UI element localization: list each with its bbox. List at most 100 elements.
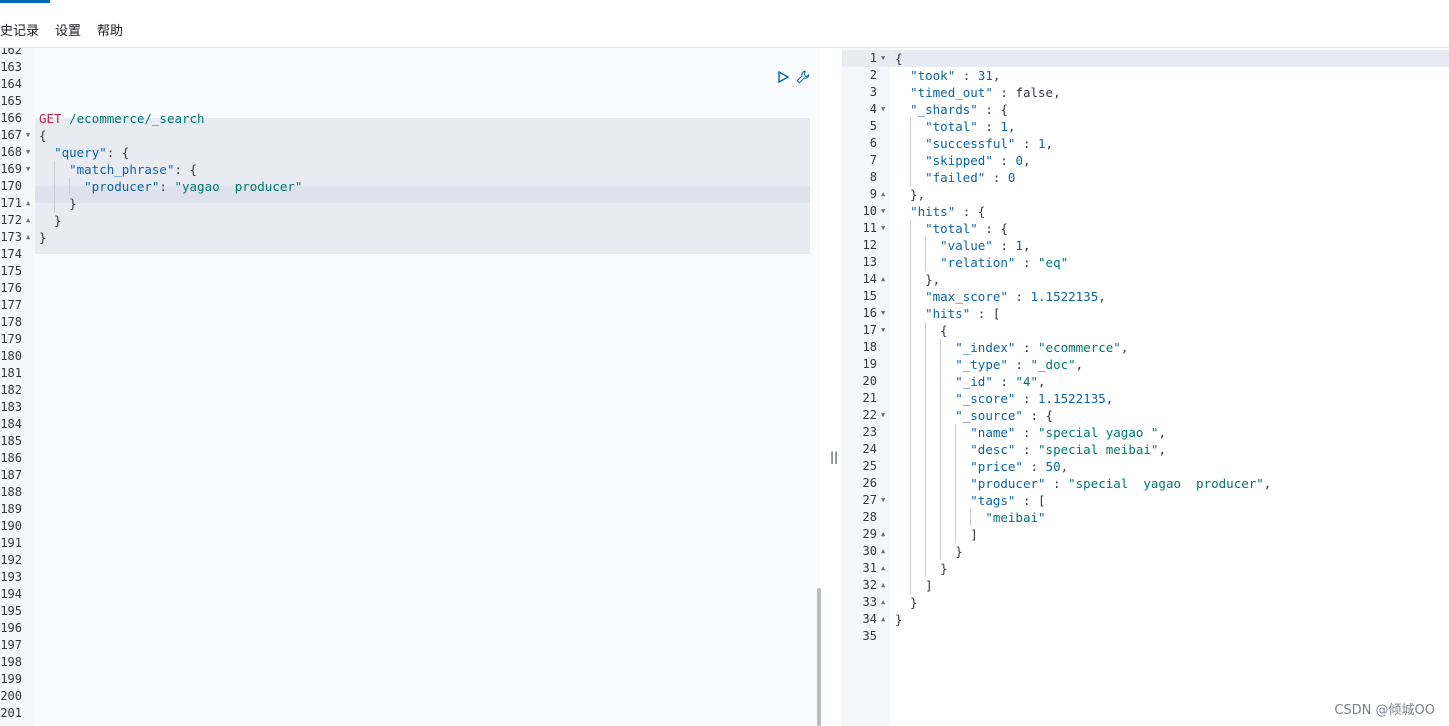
response-code: }, (895, 187, 926, 202)
indent-guide (970, 509, 971, 526)
wrench-icon[interactable] (796, 70, 810, 84)
response-line: 1 ▼ { (842, 50, 1449, 67)
fold-expand-icon[interactable]: ▲ (881, 577, 885, 594)
line-number: 29 (862, 527, 877, 541)
request-code: "query": { (54, 145, 130, 160)
response-line: 31 ▲ } (842, 560, 1449, 577)
request-code: } (39, 196, 77, 211)
response-line: 7 "skipped" : 0, (842, 152, 1449, 169)
request-line: 167 ▼ { (0, 127, 820, 144)
request-line: 194 (0, 586, 820, 603)
fold-expand-icon[interactable]: ▲ (881, 594, 885, 611)
fold-collapse-icon[interactable]: ▼ (881, 203, 885, 220)
line-number: 170 (0, 179, 22, 193)
response-code: }, (895, 272, 941, 287)
fold-collapse-icon[interactable]: ▼ (26, 127, 30, 144)
request-line: 168 ▼ "query": { (0, 144, 820, 161)
fold-collapse-icon[interactable]: ▼ (881, 50, 885, 67)
response-code: "_type" : "_doc", (955, 357, 1084, 372)
line-number: 165 (0, 94, 22, 108)
line-number: 182 (0, 383, 22, 397)
request-line: 188 (0, 484, 820, 501)
request-editor[interactable]: 162 163 164 165 166 GET /ecommerce/_search 167… (0, 48, 820, 726)
pane-resize-handle[interactable]: || (830, 450, 838, 464)
indent-guide (910, 220, 911, 594)
fold-collapse-icon[interactable]: ▼ (881, 305, 885, 322)
response-line: 10 ▼ "hits" : { (842, 203, 1449, 220)
response-code: "tags" : [ (970, 493, 1046, 508)
response-code: "total" : 1, (925, 119, 1016, 134)
pane-divider[interactable] (820, 48, 842, 726)
line-number: 19 (862, 357, 877, 371)
fold-expand-icon[interactable]: ▲ (881, 186, 885, 203)
response-code: } (895, 612, 903, 627)
response-line: 35 (842, 628, 1449, 645)
fold-expand-icon[interactable]: ▲ (881, 560, 885, 577)
request-scrollbar[interactable] (817, 588, 821, 726)
line-number: 14 (862, 272, 877, 286)
request-line: 181 (0, 365, 820, 382)
fold-collapse-icon[interactable]: ▼ (881, 322, 885, 339)
response-line: 8 "failed" : 0 (842, 169, 1449, 186)
fold-expand-icon[interactable]: ▲ (881, 611, 885, 628)
response-line: 23 "name" : "special yagao ", (842, 424, 1449, 441)
indent-guide (955, 424, 956, 543)
menu-item-settings[interactable]: 设置 (55, 20, 81, 39)
indent-guide (910, 118, 911, 186)
line-number: 3 (869, 85, 877, 99)
menu-item-help[interactable]: 帮助 (97, 20, 123, 39)
request-line: 186 (0, 450, 820, 467)
response-line: 13 "relation" : "eq" (842, 254, 1449, 271)
response-line: 34 ▲} (842, 611, 1449, 628)
indent-guide (69, 178, 70, 195)
fold-expand-icon[interactable]: ▲ (26, 229, 30, 246)
line-number: 2 (869, 68, 877, 82)
line-number: 186 (0, 451, 22, 465)
response-line: 25 "price" : 50, (842, 458, 1449, 475)
response-line: 32 ▲ ] (842, 577, 1449, 594)
request-line: 192 (0, 552, 820, 569)
request-line: 200 (0, 688, 820, 705)
request-line: 180 (0, 348, 820, 365)
line-number: 195 (0, 604, 22, 618)
line-number: 31 (862, 561, 877, 575)
line-number: 16 (862, 306, 877, 320)
line-number: 167 (0, 128, 22, 142)
request-line: 162 (0, 48, 820, 59)
request-code: GET /ecommerce/_search (39, 111, 205, 126)
fold-collapse-icon[interactable]: ▼ (26, 161, 30, 178)
fold-collapse-icon[interactable]: ▼ (26, 144, 30, 161)
request-line: 182 (0, 382, 820, 399)
line-number: 191 (0, 536, 22, 550)
line-number: 21 (862, 391, 877, 405)
play-icon[interactable] (776, 70, 790, 84)
line-number: 27 (862, 493, 877, 507)
line-number: 175 (0, 264, 22, 278)
response-code: ] (895, 578, 933, 593)
console-menu: 史记录 设置 帮助 (0, 20, 139, 39)
line-number: 15 (862, 289, 877, 303)
request-line: 190 (0, 518, 820, 535)
response-viewer[interactable]: 1 ▼{2 "took" : 31, 3 "timed_out" : false, 4… (842, 48, 1449, 726)
fold-expand-icon[interactable]: ▲ (881, 271, 885, 288)
menu-item-history[interactable]: 史记录 (0, 20, 39, 39)
fold-collapse-icon[interactable]: ▼ (881, 407, 885, 424)
fold-expand-icon[interactable]: ▲ (881, 526, 885, 543)
line-number: 166 (0, 111, 22, 125)
fold-expand-icon[interactable]: ▲ (26, 195, 30, 212)
line-number: 1 (869, 51, 877, 65)
fold-expand-icon[interactable]: ▲ (26, 212, 30, 229)
request-line: 176 (0, 280, 820, 297)
request-line: 163 (0, 59, 820, 76)
response-line: 27 ▼ "tags" : [ (842, 492, 1449, 509)
line-number: 17 (862, 323, 877, 337)
request-line: 177 (0, 297, 820, 314)
fold-expand-icon[interactable]: ▲ (881, 543, 885, 560)
line-number: 184 (0, 417, 22, 431)
top-toolbar: 史记录 设置 帮助 (0, 0, 1449, 48)
response-line: 28 "meibai" (842, 509, 1449, 526)
fold-collapse-icon[interactable]: ▼ (881, 101, 885, 118)
response-code: { (895, 51, 903, 66)
fold-collapse-icon[interactable]: ▼ (881, 220, 885, 237)
fold-collapse-icon[interactable]: ▼ (881, 492, 885, 509)
